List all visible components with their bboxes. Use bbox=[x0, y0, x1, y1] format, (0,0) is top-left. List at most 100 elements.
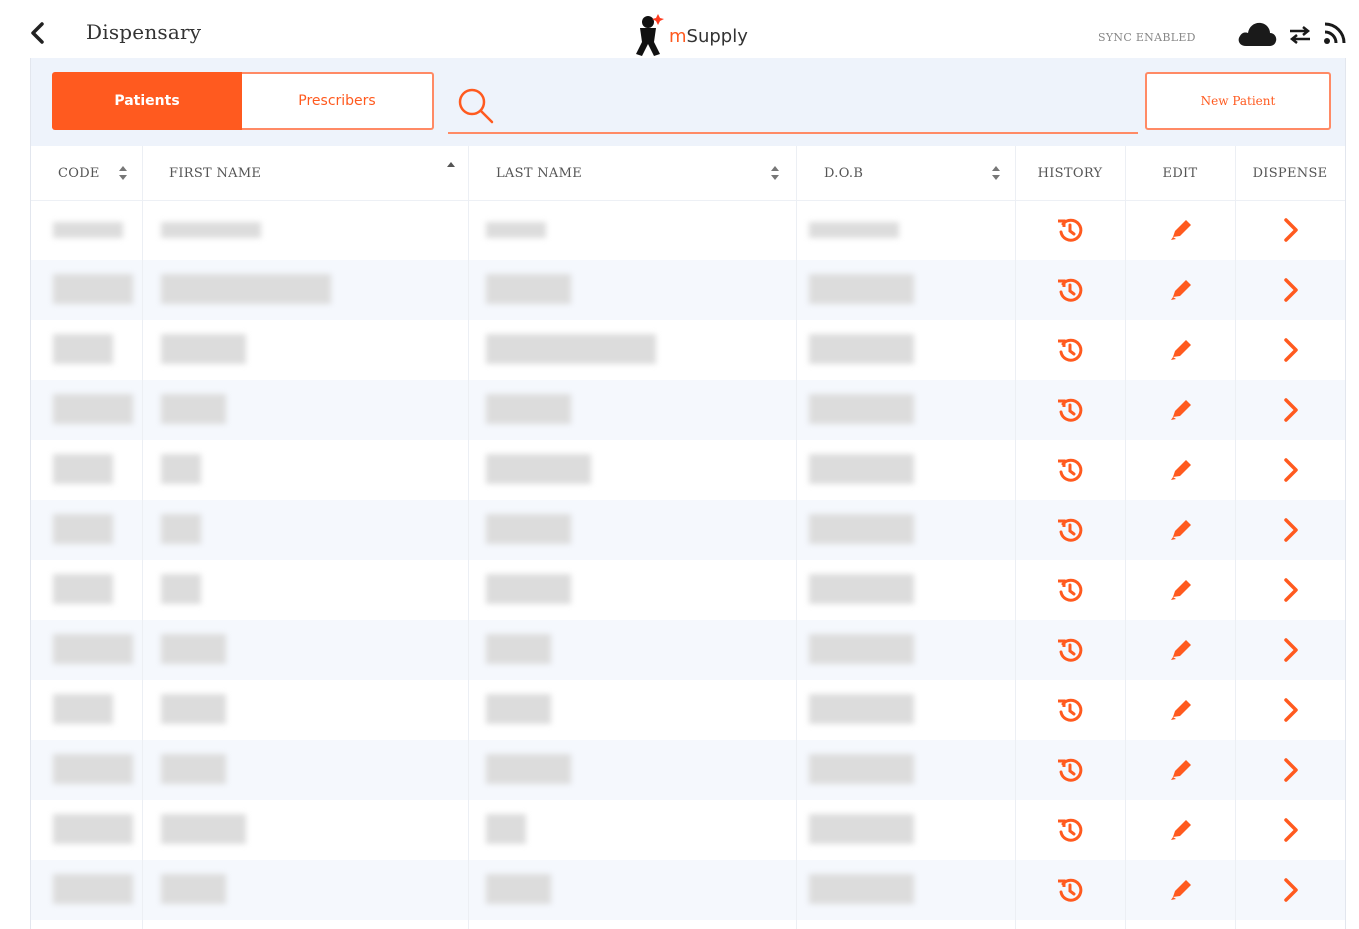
history-icon[interactable] bbox=[1055, 755, 1085, 785]
table-row[interactable] bbox=[31, 680, 1345, 740]
patient-code-redacted bbox=[53, 574, 113, 604]
history-icon[interactable] bbox=[1055, 815, 1085, 845]
column-header-dispense: DISPENSE bbox=[1235, 146, 1345, 200]
tab-prescribers[interactable]: Prescribers bbox=[242, 72, 434, 130]
back-arrow-icon[interactable] bbox=[28, 20, 48, 46]
dispense-chevron-icon[interactable] bbox=[1276, 815, 1306, 845]
column-label-history: HISTORY bbox=[1037, 165, 1103, 181]
logo-name: Supply bbox=[686, 26, 748, 47]
column-header-dob[interactable]: D.O.B bbox=[796, 146, 1015, 200]
first-name-redacted bbox=[161, 574, 201, 604]
column-label-last-name: LAST NAME bbox=[496, 165, 582, 181]
patient-code-redacted bbox=[53, 874, 133, 904]
dob-redacted bbox=[809, 814, 914, 844]
column-header-history: HISTORY bbox=[1015, 146, 1125, 200]
dispense-chevron-icon[interactable] bbox=[1276, 335, 1306, 365]
history-icon[interactable] bbox=[1055, 635, 1085, 665]
page-title: Dispensary bbox=[86, 20, 202, 44]
last-name-redacted bbox=[486, 334, 656, 364]
history-icon[interactable] bbox=[1055, 695, 1085, 725]
column-label-edit: EDIT bbox=[1162, 165, 1198, 181]
tab-patients[interactable]: Patients bbox=[52, 72, 242, 130]
patient-code-redacted bbox=[53, 754, 133, 784]
dispense-chevron-icon[interactable] bbox=[1276, 395, 1306, 425]
column-divider bbox=[1125, 146, 1126, 929]
search-bar bbox=[448, 78, 1138, 134]
dob-redacted bbox=[809, 754, 914, 784]
patient-code-redacted bbox=[53, 634, 133, 664]
dispense-chevron-icon[interactable] bbox=[1276, 515, 1306, 545]
edit-pencil-icon[interactable] bbox=[1166, 635, 1196, 665]
edit-pencil-icon[interactable] bbox=[1166, 335, 1196, 365]
logo-text: mSupply bbox=[669, 26, 748, 47]
transfer-arrows-icon[interactable] bbox=[1288, 26, 1312, 44]
dob-redacted bbox=[809, 634, 914, 664]
rss-signal-icon[interactable] bbox=[1322, 20, 1348, 46]
dob-redacted bbox=[809, 222, 899, 238]
table-row[interactable] bbox=[31, 380, 1345, 440]
column-divider bbox=[796, 146, 797, 929]
history-icon[interactable] bbox=[1055, 455, 1085, 485]
table-row[interactable] bbox=[31, 260, 1345, 320]
first-name-redacted bbox=[161, 874, 226, 904]
column-header-first-name[interactable]: FIRST NAME bbox=[142, 146, 468, 200]
table-row[interactable] bbox=[31, 740, 1345, 800]
first-name-redacted bbox=[161, 334, 246, 364]
dispense-chevron-icon[interactable] bbox=[1276, 215, 1306, 245]
table-row[interactable] bbox=[31, 860, 1345, 920]
controls-bar: Patients Prescribers New Patient bbox=[31, 58, 1345, 146]
patient-code-redacted bbox=[53, 394, 133, 424]
column-header-code[interactable]: CODE bbox=[31, 146, 142, 200]
edit-pencil-icon[interactable] bbox=[1166, 695, 1196, 725]
dispense-chevron-icon[interactable] bbox=[1276, 875, 1306, 905]
edit-pencil-icon[interactable] bbox=[1166, 215, 1196, 245]
history-icon[interactable] bbox=[1055, 515, 1085, 545]
history-icon[interactable] bbox=[1055, 395, 1085, 425]
edit-pencil-icon[interactable] bbox=[1166, 515, 1196, 545]
table-row[interactable] bbox=[31, 800, 1345, 860]
last-name-redacted bbox=[486, 874, 551, 904]
dispense-chevron-icon[interactable] bbox=[1276, 755, 1306, 785]
sort-toggle-icon bbox=[992, 166, 1000, 180]
search-icon bbox=[458, 88, 494, 124]
history-icon[interactable] bbox=[1055, 275, 1085, 305]
table-row[interactable] bbox=[31, 560, 1345, 620]
edit-pencil-icon[interactable] bbox=[1166, 575, 1196, 605]
dob-redacted bbox=[809, 574, 914, 604]
dispense-chevron-icon[interactable] bbox=[1276, 695, 1306, 725]
last-name-redacted bbox=[486, 454, 591, 484]
dispense-chevron-icon[interactable] bbox=[1276, 455, 1306, 485]
edit-pencil-icon[interactable] bbox=[1166, 455, 1196, 485]
dispense-chevron-icon[interactable] bbox=[1276, 575, 1306, 605]
new-patient-button[interactable]: New Patient bbox=[1145, 72, 1331, 130]
history-icon[interactable] bbox=[1055, 575, 1085, 605]
edit-pencil-icon[interactable] bbox=[1166, 395, 1196, 425]
edit-pencil-icon[interactable] bbox=[1166, 815, 1196, 845]
edit-pencil-icon[interactable] bbox=[1166, 875, 1196, 905]
history-icon[interactable] bbox=[1055, 875, 1085, 905]
sort-toggle-icon bbox=[119, 166, 127, 180]
column-divider bbox=[1235, 146, 1236, 929]
column-header-last-name[interactable]: LAST NAME bbox=[468, 146, 796, 200]
table-row[interactable] bbox=[31, 620, 1345, 680]
search-input[interactable] bbox=[504, 88, 1128, 126]
table-row[interactable] bbox=[31, 440, 1345, 500]
dispense-chevron-icon[interactable] bbox=[1276, 275, 1306, 305]
table-header: CODE FIRST NAME LAST NAME D.O.B HISTORY bbox=[31, 146, 1345, 201]
column-divider bbox=[468, 146, 469, 929]
table-row[interactable] bbox=[31, 320, 1345, 380]
history-icon[interactable] bbox=[1055, 335, 1085, 365]
edit-pencil-icon[interactable] bbox=[1166, 755, 1196, 785]
first-name-redacted bbox=[161, 454, 201, 484]
history-icon[interactable] bbox=[1055, 215, 1085, 245]
table-row[interactable] bbox=[31, 500, 1345, 560]
edit-pencil-icon[interactable] bbox=[1166, 275, 1196, 305]
first-name-redacted bbox=[161, 814, 246, 844]
dispense-chevron-icon[interactable] bbox=[1276, 635, 1306, 665]
last-name-redacted bbox=[486, 222, 546, 238]
table-row[interactable] bbox=[31, 200, 1345, 260]
first-name-redacted bbox=[161, 394, 226, 424]
last-name-redacted bbox=[486, 814, 526, 844]
cloud-icon[interactable] bbox=[1236, 20, 1278, 48]
dob-redacted bbox=[809, 514, 914, 544]
